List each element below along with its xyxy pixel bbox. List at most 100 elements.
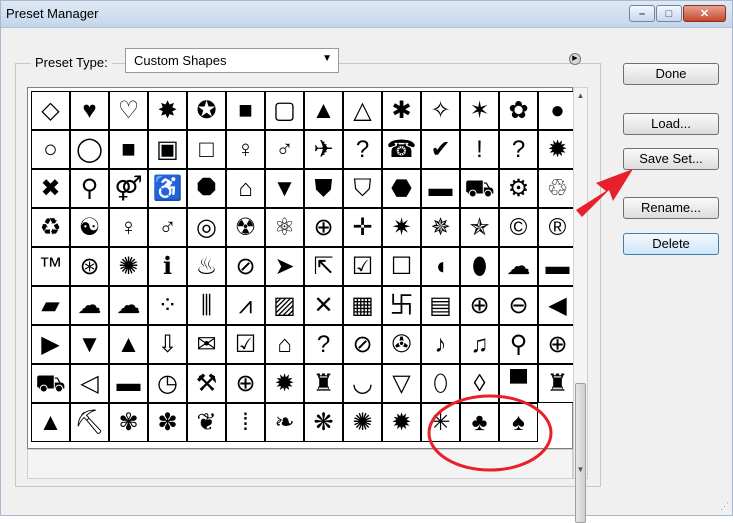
shape-thumbnail[interactable]: ✾ xyxy=(109,403,148,442)
done-button[interactable]: Done xyxy=(623,63,719,85)
shape-thumbnail[interactable]: ⛟ xyxy=(31,364,70,403)
shape-thumbnail[interactable]: ▶ xyxy=(31,325,70,364)
shape-thumbnail[interactable]: ® xyxy=(538,208,577,247)
scroll-down-icon[interactable]: ▼ xyxy=(574,462,587,478)
shape-thumbnail[interactable]: ■ xyxy=(109,130,148,169)
shape-thumbnail[interactable]: ☐ xyxy=(382,247,421,286)
shape-thumbnail[interactable]: ⊕ xyxy=(226,364,265,403)
shape-thumbnail[interactable]: ▼ xyxy=(265,169,304,208)
shape-thumbnail[interactable]: ◡ xyxy=(343,364,382,403)
shape-thumbnail[interactable]: ♜ xyxy=(304,364,343,403)
shape-thumbnail[interactable]: ☁ xyxy=(70,286,109,325)
shape-thumbnail[interactable]: ☁ xyxy=(109,286,148,325)
panel-menu-button[interactable]: ▶ xyxy=(569,53,581,65)
shape-thumbnail[interactable]: ♻ xyxy=(31,208,70,247)
shape-thumbnail[interactable]: ◷ xyxy=(148,364,187,403)
shape-thumbnail[interactable]: ♿ xyxy=(148,169,187,208)
shape-thumbnail[interactable]: ✷ xyxy=(382,208,421,247)
shape-thumbnail[interactable]: ⌂ xyxy=(265,325,304,364)
shape-thumbnail[interactable]: ✵ xyxy=(421,208,460,247)
shape-thumbnail[interactable]: ♲ xyxy=(538,169,577,208)
shape-thumbnail[interactable]: ⬣ xyxy=(382,169,421,208)
load-button[interactable]: Load... xyxy=(623,113,719,135)
shape-thumbnail[interactable]: ✸ xyxy=(148,91,187,130)
shape-thumbnail[interactable]: △ xyxy=(343,91,382,130)
shape-thumbnail[interactable]: ⚤ xyxy=(109,169,148,208)
shape-thumbnail[interactable]: 卐 xyxy=(382,286,421,325)
shape-thumbnail[interactable]: ✿ xyxy=(499,91,538,130)
shape-thumbnail[interactable]: ✱ xyxy=(382,91,421,130)
shape-thumbnail[interactable]: ▲ xyxy=(109,325,148,364)
shape-thumbnail[interactable]: ♫ xyxy=(460,325,499,364)
shape-thumbnail[interactable]: ◖ xyxy=(421,247,460,286)
shape-thumbnail[interactable]: ▦ xyxy=(343,286,382,325)
shape-thumbnail[interactable]: ♡ xyxy=(109,91,148,130)
shape-thumbnail[interactable]: ○ xyxy=(31,130,70,169)
shape-thumbnail[interactable]: ◎ xyxy=(187,208,226,247)
shape-thumbnail[interactable]: ☎ xyxy=(382,130,421,169)
shape-thumbnail[interactable]: ▣ xyxy=(148,130,187,169)
shape-thumbnail[interactable]: ✶ xyxy=(460,91,499,130)
shape-thumbnail[interactable]: ⛊ xyxy=(304,169,343,208)
shape-thumbnail[interactable]: ▼ xyxy=(70,325,109,364)
shape-thumbnail[interactable]: ✯ xyxy=(460,208,499,247)
delete-button[interactable]: Delete xyxy=(623,233,719,255)
shape-thumbnail[interactable]: ▬ xyxy=(538,247,577,286)
shape-thumbnail[interactable]: ✇ xyxy=(382,325,421,364)
shape-thumbnail[interactable]: ☁ xyxy=(499,247,538,286)
save-set-button[interactable]: Save Set... xyxy=(623,148,719,170)
shape-thumbnail[interactable]: ✔ xyxy=(421,130,460,169)
shape-thumbnail[interactable]: ™ xyxy=(31,247,70,286)
shape-thumbnail[interactable]: ⛟ xyxy=(460,169,499,208)
shape-thumbnail[interactable]: ◇ xyxy=(31,91,70,130)
vertical-scrollbar[interactable]: ▲ ▼ xyxy=(573,87,588,523)
shape-thumbnail[interactable]: ● xyxy=(538,91,577,130)
shape-thumbnail[interactable]: ⌂ xyxy=(226,169,265,208)
shape-thumbnail[interactable]: ♪ xyxy=(421,325,460,364)
shape-thumbnail[interactable]: ❋ xyxy=(304,403,343,442)
shape-thumbnail[interactable]: ▲ xyxy=(304,91,343,130)
shape-thumbnail[interactable]: ♣ xyxy=(460,403,499,442)
shape-thumbnail[interactable]: ♜ xyxy=(538,364,577,403)
shape-thumbnail[interactable]: ➤ xyxy=(265,247,304,286)
shape-thumbnail[interactable]: ✹ xyxy=(382,403,421,442)
shape-thumbnail[interactable]: ? xyxy=(343,130,382,169)
title-bar[interactable]: Preset Manager – □ ✕ xyxy=(1,1,732,28)
shape-thumbnail[interactable]: ⊘ xyxy=(343,325,382,364)
shape-thumbnail[interactable]: ? xyxy=(304,325,343,364)
shape-thumbnail[interactable]: ✉ xyxy=(187,325,226,364)
shape-thumbnail[interactable]: ✖ xyxy=(31,169,70,208)
shape-thumbnail[interactable]: ♂ xyxy=(148,208,187,247)
shape-thumbnail[interactable]: ♨ xyxy=(187,247,226,286)
shape-thumbnail[interactable]: ◁ xyxy=(70,364,109,403)
shape-thumbnail[interactable]: ♂ xyxy=(265,130,304,169)
shape-thumbnail[interactable]: ⚒ xyxy=(187,364,226,403)
shape-thumbnail[interactable]: ▲ xyxy=(31,403,70,442)
shape-thumbnail[interactable]: ✛ xyxy=(343,208,382,247)
shape-thumbnail[interactable]: ▽ xyxy=(382,364,421,403)
shape-thumbnail[interactable]: ☑ xyxy=(226,325,265,364)
shape-thumbnail[interactable]: ⊕ xyxy=(304,208,343,247)
shape-thumbnail[interactable]: ▨ xyxy=(265,286,304,325)
shape-thumbnail[interactable]: ▀ xyxy=(499,364,538,403)
scroll-thumb[interactable] xyxy=(575,383,586,523)
shape-thumbnail[interactable]: ▰ xyxy=(31,286,70,325)
shape-thumbnail[interactable]: ♥ xyxy=(70,91,109,130)
shape-thumbnail[interactable]: ♀ xyxy=(226,130,265,169)
shape-thumbnail[interactable]: ⁘ xyxy=(148,286,187,325)
shape-thumbnail[interactable]: ⚲ xyxy=(70,169,109,208)
shape-thumbnail[interactable]: ! xyxy=(460,130,499,169)
preset-type-select[interactable]: Custom Shapes ▼ xyxy=(125,48,339,73)
shape-thumbnail[interactable]: ✪ xyxy=(187,91,226,130)
shape-thumbnail[interactable]: ✧ xyxy=(421,91,460,130)
shape-thumbnail[interactable]: ⚛ xyxy=(265,208,304,247)
shape-thumbnail[interactable]: ⊖ xyxy=(499,286,538,325)
shape-thumbnail[interactable]: ⚲ xyxy=(499,325,538,364)
shape-thumbnail[interactable]: ☢ xyxy=(226,208,265,247)
shape-thumbnail[interactable]: ⛏ xyxy=(70,403,109,442)
shape-thumbnail[interactable]: ⯃ xyxy=(187,169,226,208)
shape-thumbnail[interactable]: ? xyxy=(499,130,538,169)
minimize-button[interactable]: – xyxy=(629,5,655,22)
shape-thumbnail[interactable]: ☑ xyxy=(343,247,382,286)
shape-thumbnail[interactable]: ℹ xyxy=(148,247,187,286)
